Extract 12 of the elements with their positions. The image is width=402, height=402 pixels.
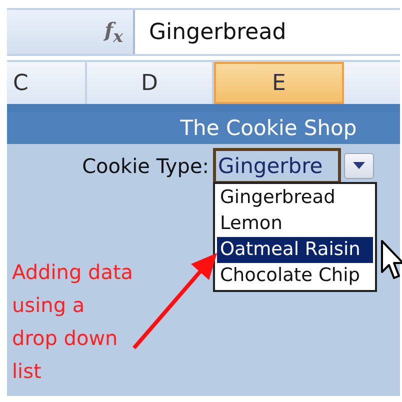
dropdown-option[interactable]: Lemon — [217, 211, 373, 237]
dropdown-option[interactable]: Chocolate Chip — [217, 263, 373, 289]
field-label: Cookie Type: — [81, 154, 210, 178]
dropdown-option[interactable]: Gingerbread — [217, 185, 373, 211]
formula-input[interactable]: Gingerbread — [135, 10, 400, 54]
banner-title: The Cookie Shop — [7, 104, 400, 144]
dropdown-option[interactable]: Oatmeal Raisin — [217, 237, 373, 263]
caret-icon — [353, 162, 365, 170]
column-header[interactable]: E — [214, 62, 344, 104]
function-label[interactable]: f$_{x}$ — [104, 18, 123, 46]
annotation-text: Adding data using a drop down list — [12, 259, 134, 385]
dropdown-button[interactable] — [344, 153, 374, 179]
